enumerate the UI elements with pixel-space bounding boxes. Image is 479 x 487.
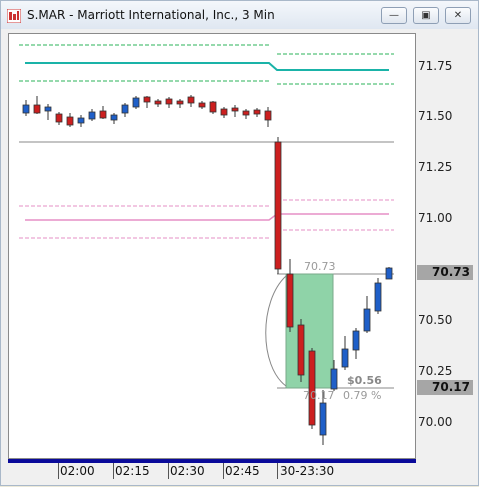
up-candle [121,104,129,114]
time-label: 30-23:30 [280,464,335,478]
time-label: 02:15 [115,464,150,478]
chart-window: S.MAR - Marriott International, Inc., 3 … [0,0,479,486]
down-candle [308,350,316,426]
down-candle [264,110,272,121]
current-price-tag: 70.73 [417,265,473,280]
annotation-percent: 0.79 % [343,389,382,402]
down-candle [198,102,206,108]
time-label: 02:00 [60,464,95,478]
down-candle [242,110,250,116]
down-candle [143,96,151,103]
down-candle [209,101,217,113]
price-label: 70.50 [418,313,453,327]
up-candle [341,348,349,368]
range-arc [265,275,287,387]
down-candle [99,110,107,119]
up-candle [77,117,85,124]
down-candle [220,108,228,116]
price-label: 71.75 [418,59,453,73]
down-candle [33,104,41,114]
down-candle [297,324,305,376]
down-candle [286,273,294,328]
time-axis-bar [8,459,416,463]
time-axis: 02:00 02:15 02:30 02:45 30-23:30 [8,459,416,487]
time-tick [168,463,169,479]
up-candle [363,308,371,332]
price-label: 70.00 [418,415,453,429]
up-candle [319,402,327,436]
price-label: 71.50 [418,109,453,123]
time-tick [113,463,114,479]
pink-midline [25,213,389,221]
down-candle [176,100,184,105]
up-candle [352,330,360,351]
teal-midline [25,62,389,71]
down-candle [165,98,173,105]
down-candle [154,100,162,105]
annotation-entry-price: 70.17 [303,389,335,402]
chart-drawing [19,44,394,445]
annotation-profit: $0.56 [347,374,382,387]
time-label: 02:30 [170,464,205,478]
up-candle [385,267,393,280]
time-tick [223,463,224,479]
up-candle [22,104,30,114]
down-candle [187,96,195,104]
down-candle [253,109,261,115]
down-candle [55,113,63,123]
candles [22,95,393,445]
annotation-top-price: 70.73 [304,260,336,273]
down-candle [231,107,239,112]
price-label: 71.00 [418,211,453,225]
up-candle [132,97,140,108]
time-tick [58,463,59,479]
up-candle [88,111,96,120]
price-label: 71.25 [418,160,453,174]
up-candle [110,114,118,121]
down-candle [66,116,74,126]
up-candle [44,106,52,112]
up-candle [330,368,338,390]
time-label: 02:45 [225,464,260,478]
time-tick [277,463,278,479]
price-label: 70.25 [418,364,453,378]
low-price-tag: 70.17 [417,380,473,395]
down-candle [274,141,282,270]
up-candle [374,282,382,312]
